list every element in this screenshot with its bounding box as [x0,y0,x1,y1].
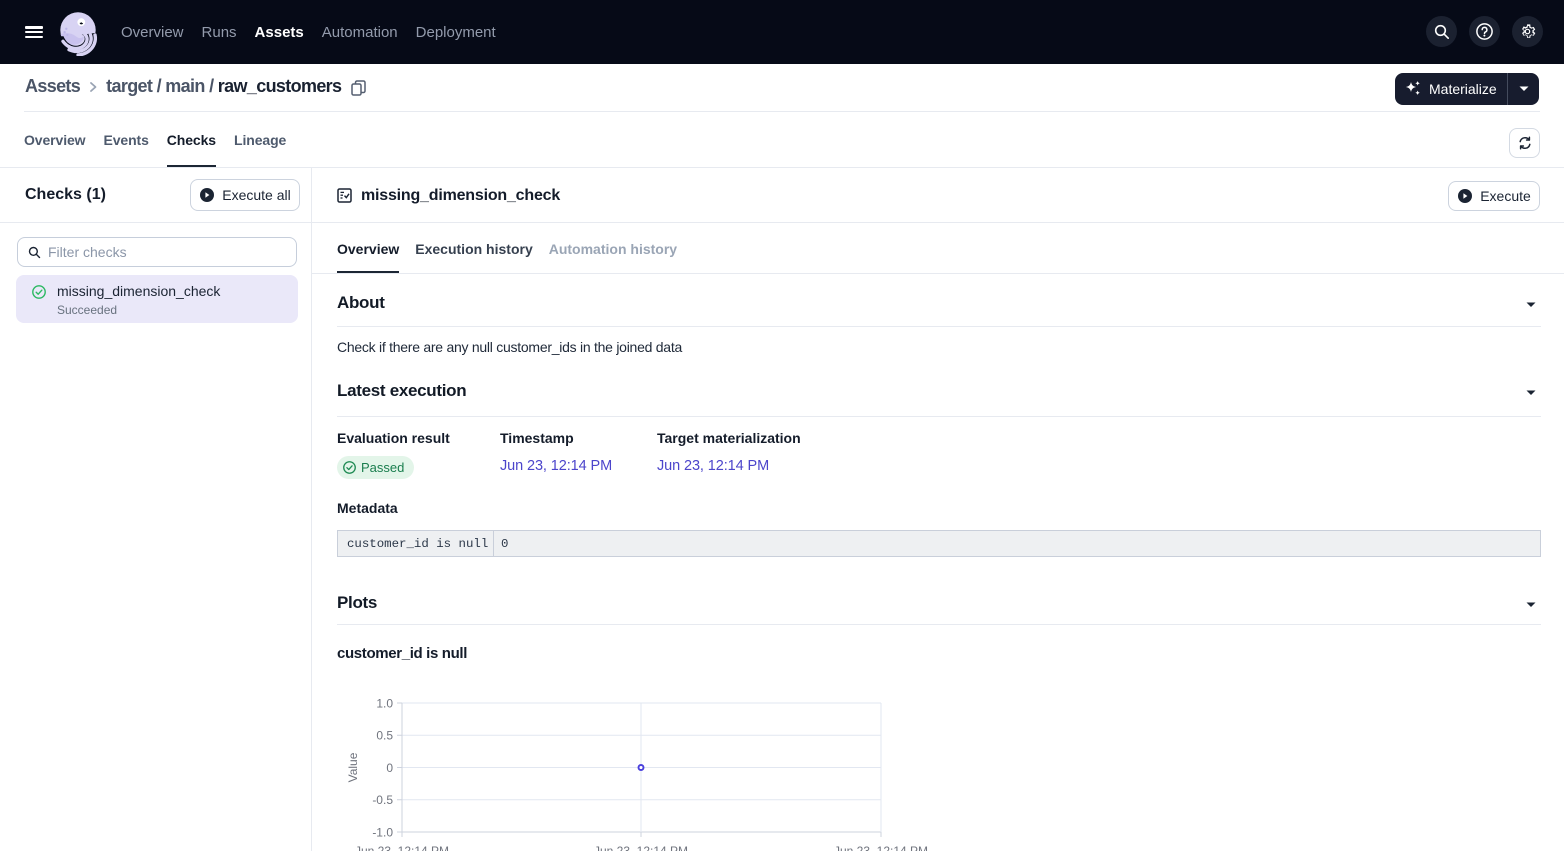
svg-text:-0.5: -0.5 [372,793,393,807]
svg-text:1.0: 1.0 [376,697,393,711]
svg-text:Jun 23, 12:14 PM: Jun 23, 12:14 PM [355,844,449,851]
svg-text:-1.0: -1.0 [372,825,393,839]
svg-text:Jun 23, 12:14 PM: Jun 23, 12:14 PM [834,844,928,851]
svg-text:0: 0 [386,761,393,775]
svg-text:Jun 23, 12:14 PM: Jun 23, 12:14 PM [594,844,688,851]
svg-text:Value: Value [346,752,360,782]
svg-text:0.5: 0.5 [376,729,393,743]
